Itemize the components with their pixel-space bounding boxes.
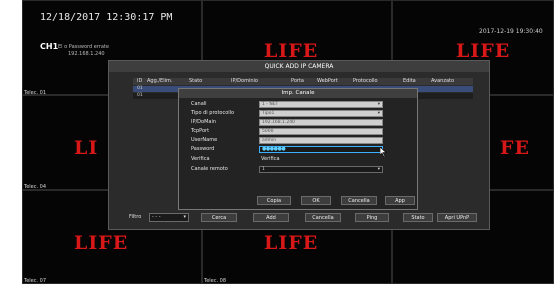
tcp-port-input[interactable]: 5000 — [259, 128, 383, 135]
username-input[interactable]: admin — [259, 137, 383, 144]
ok-button[interactable]: OK — [301, 196, 331, 205]
filter-select[interactable]: - - - ▾ — [149, 213, 189, 222]
verify-label: Verifica — [191, 156, 210, 162]
channel-select[interactable]: 1 - NET ▾ — [259, 101, 383, 108]
osd-corner-datetime: 2017-12-19 19:30:40 — [479, 28, 543, 35]
remote-channel-select[interactable]: 1 ▾ — [259, 166, 383, 173]
brand-logo: LIFE — [74, 232, 129, 254]
brand-logo: LIFE — [264, 232, 319, 254]
remote-channel-value: 1 — [262, 167, 265, 172]
column-header[interactable]: ID — [137, 78, 142, 85]
brand-logo: LIFE — [456, 40, 511, 62]
chevron-down-icon: ▾ — [183, 214, 186, 220]
chevron-down-icon: ▾ — [377, 111, 380, 116]
brand-logo-partial: LI — [74, 137, 99, 159]
osd-datetime: 12/18/2017 12:30:17 PM — [40, 12, 173, 23]
cell-label-08: Telec. 08 — [204, 278, 227, 284]
osd-warning-line1: El o Password errate — [58, 44, 109, 50]
brand-logo: LIFE — [264, 40, 319, 62]
ip-domain-input[interactable]: 192.168.1.240 — [259, 119, 383, 126]
ip-domain-label: IP/DoMain — [191, 119, 217, 125]
password-input[interactable]: ●●●●●● — [259, 146, 383, 153]
status-button[interactable]: Stato — [403, 213, 433, 222]
mouse-cursor-icon — [380, 147, 387, 157]
dialog-title: QUICK ADD IP CAMERA — [109, 61, 489, 72]
chevron-down-icon: ▾ — [377, 167, 380, 172]
chevron-down-icon: ▾ — [377, 102, 380, 107]
dvr-screen: 12/18/2017 12:30:17 PM CH1 El o Password… — [22, 0, 554, 284]
camera-table-header: ID Agg./Elim. Stato IP/Dominio Porta Web… — [133, 78, 473, 85]
subdialog-title: Imp. Canale — [179, 89, 417, 98]
column-header[interactable]: Agg./Elim. — [147, 78, 172, 85]
filter-label: Filtro — [129, 214, 142, 220]
search-button[interactable]: Cerca — [201, 213, 237, 222]
verify-value[interactable]: Verifica — [261, 156, 280, 163]
column-header[interactable]: Edita — [403, 78, 416, 85]
username-label: UserName — [191, 137, 218, 143]
apply-button[interactable]: App — [385, 196, 415, 205]
column-header[interactable]: WebPort — [317, 78, 338, 85]
osd-warning: El o Password errate 192.168.1.240 — [58, 44, 109, 58]
copy-button[interactable]: Copia — [257, 196, 291, 205]
protocol-select[interactable]: Tipo1 ▾ — [259, 110, 383, 117]
filter-value: - - - — [152, 214, 161, 220]
table-cell-id: 01 — [137, 93, 143, 98]
open-upnp-button[interactable]: Apri UPnP — [437, 213, 477, 222]
tcp-port-label: TcpPort — [191, 128, 210, 134]
add-button[interactable]: Add — [253, 213, 289, 222]
column-header[interactable]: Avanzato — [431, 78, 454, 85]
column-header[interactable]: IP/Dominio — [231, 78, 258, 85]
column-header[interactable]: Protocollo — [353, 78, 378, 85]
cell-label-07: Telec. 07 — [24, 278, 47, 284]
password-label: Password — [191, 146, 215, 152]
cancel-button[interactable]: Cancella — [341, 196, 377, 205]
osd-channel: CH1 — [40, 42, 59, 51]
ping-button[interactable]: Ping — [355, 213, 389, 222]
brand-logo-partial: FE — [500, 137, 530, 159]
channel-value: 1 - NET — [262, 102, 279, 107]
cell-label-04: Telec. 04 — [24, 184, 47, 190]
table-cell-id: 01 — [137, 86, 143, 91]
column-header[interactable]: Stato — [189, 78, 202, 85]
protocol-value: Tipo1 — [262, 111, 275, 116]
protocol-label: Tipo di protocollo — [191, 110, 235, 116]
remote-channel-label: Canale remoto — [191, 166, 228, 172]
channel-label: Canali — [191, 101, 207, 107]
delete-button[interactable]: Cancella — [305, 213, 341, 222]
osd-warning-line2: 192.168.1.240 — [68, 51, 105, 57]
cell-label-01: Telec. 01 — [24, 90, 47, 96]
dialog-toolbar: Filtro - - - ▾ Cerca Add Cancella Ping S… — [129, 213, 477, 223]
column-header[interactable]: Porta — [291, 78, 304, 85]
